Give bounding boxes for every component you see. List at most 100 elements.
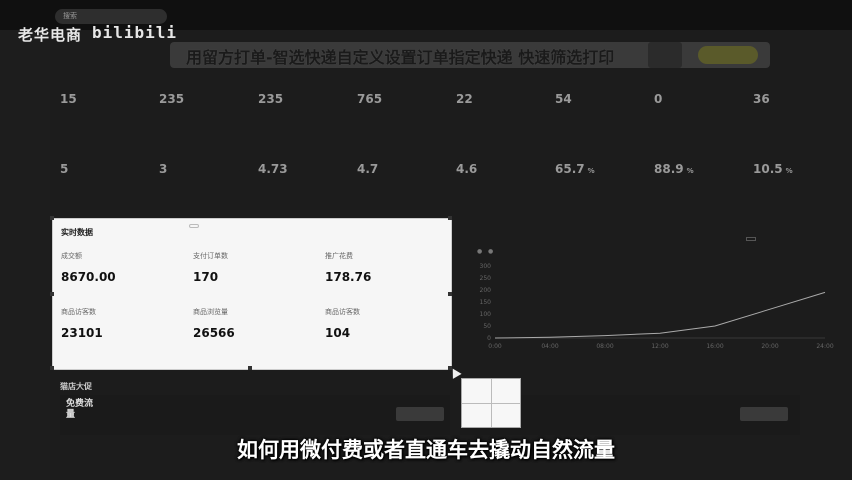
- metric-value: 4.6: [456, 162, 556, 176]
- overview-metric: 4.6: [456, 156, 556, 179]
- floating-grid-widget[interactable]: [461, 378, 521, 428]
- selection-handle[interactable]: [248, 366, 252, 370]
- selection-handle[interactable]: [448, 292, 452, 296]
- metric-number: 4.73: [258, 162, 288, 176]
- banner-button[interactable]: [698, 46, 758, 64]
- overview-metric: 88.9%: [654, 156, 754, 179]
- overview-metric: 36: [753, 86, 852, 109]
- metric-label: 商品访客数: [325, 308, 360, 316]
- realtime-metric: 商品访客数 23101: [61, 307, 107, 344]
- x-tick-label: 04:00: [541, 343, 558, 350]
- metric-value: 15: [60, 92, 160, 106]
- overview-metric: 54: [555, 86, 655, 109]
- metric-label: 推广花费: [325, 252, 353, 260]
- metric-label: 商品访客数: [61, 308, 96, 316]
- x-tick-label: 0:00: [488, 343, 502, 350]
- realtime-data-panel: 实时数据 成交额 8670.00 支付订单数 170 推广花费 178.76 商…: [52, 218, 452, 370]
- metric-value: 36: [753, 92, 852, 106]
- metric-value: 104: [325, 326, 360, 340]
- metric-number: 235: [159, 92, 185, 106]
- metric-number: 765: [357, 92, 383, 106]
- overview-metric: 10.5%: [753, 156, 852, 179]
- bilibili-logo: bilibili: [92, 23, 178, 42]
- realtime-metric: 商品浏览量 26566: [193, 307, 239, 344]
- metric-number: 5: [60, 162, 69, 176]
- metric-value: 235: [159, 92, 259, 106]
- y-tick-label: 300: [480, 263, 492, 270]
- metric-number: 104: [325, 326, 351, 340]
- metric-number: 36: [753, 92, 770, 106]
- series-line: [494, 291, 826, 339]
- banner-title: 用留方打单-智选快递自定义设置订单指定快递 快速筛选打印: [186, 48, 615, 67]
- metric-value: 10.5%: [753, 162, 852, 176]
- metric-value: 4.73: [258, 162, 358, 176]
- x-tick-label: 24:00: [816, 343, 833, 350]
- metric-number: 4.7: [357, 162, 379, 176]
- realtime-metric: 推广花费 178.76: [325, 251, 375, 288]
- metric-value: 178.76: [325, 270, 375, 284]
- realtime-metric: 成交额 8670.00: [61, 251, 120, 288]
- x-tick-label: 08:00: [596, 343, 613, 350]
- metric-number: 10.5: [753, 162, 783, 176]
- metric-number: 22: [456, 92, 473, 106]
- banner[interactable]: 用留方打单-智选快递自定义设置订单指定快递 快速筛选打印: [170, 42, 770, 68]
- y-tick-label: 200: [480, 287, 492, 294]
- overview-metric: 765: [357, 86, 457, 109]
- promo-button[interactable]: [396, 407, 444, 421]
- selection-handle[interactable]: [50, 366, 54, 370]
- metric-value: 8670.00: [61, 270, 120, 284]
- metric-unit: %: [686, 167, 694, 175]
- overview-metric: 235: [159, 86, 259, 109]
- overview-metric: 15: [60, 86, 160, 109]
- chart-svg: 300 250 200 150 100 50 00:00 04:00 08:00 12:00 16:…: [480, 263, 834, 350]
- metric-number: 235: [258, 92, 284, 106]
- metric-number: 23101: [61, 326, 103, 340]
- promo-section-title: 猫店大促: [60, 374, 92, 393]
- metric-number: 26566: [193, 326, 235, 340]
- metric-number: 170: [193, 270, 219, 284]
- metric-number: 54: [555, 92, 572, 106]
- metric-number: 88.9: [654, 162, 684, 176]
- metric-value: 0: [654, 92, 754, 106]
- promo2-button[interactable]: [740, 407, 788, 421]
- x-tick-label: 20:00: [761, 343, 778, 350]
- metric-number: 8670.00: [61, 270, 116, 284]
- metric-label: 支付订单数: [193, 252, 228, 260]
- metric-number: 4.6: [456, 162, 478, 176]
- metric-value: 765: [357, 92, 457, 106]
- selection-handle[interactable]: [50, 216, 54, 220]
- overview-metric: 3: [159, 156, 259, 179]
- metric-value: 22: [456, 92, 556, 106]
- x-tick-label: 16:00: [706, 343, 723, 350]
- metric-value: 65.7%: [555, 162, 655, 176]
- metric-label: 成交额: [61, 252, 82, 260]
- overview-metric: 4.73: [258, 156, 358, 179]
- metric-value: 4.7: [357, 162, 457, 176]
- y-tick-label: 150: [480, 299, 492, 306]
- realtime-button[interactable]: [189, 224, 199, 228]
- metric-value: 23101: [61, 326, 107, 340]
- metric-number: 178.76: [325, 270, 372, 284]
- search-input[interactable]: 搜索: [55, 9, 167, 24]
- metric-value: 26566: [193, 326, 239, 340]
- selection-handle[interactable]: [448, 216, 452, 220]
- metric-number: 0: [654, 92, 663, 106]
- metric-value: 88.9%: [654, 162, 754, 176]
- promo-card[interactable]: 免费流量: [60, 395, 450, 435]
- free-traffic-badge: 免费流量: [66, 399, 94, 420]
- metric-number: 3: [159, 162, 168, 176]
- metric-value: 5: [60, 162, 160, 176]
- y-tick-label: 50: [483, 323, 491, 330]
- realtime-title: 实时数据: [61, 228, 93, 237]
- metric-value: 54: [555, 92, 655, 106]
- overview-metric: 22: [456, 86, 556, 109]
- overview-metric: 4.7: [357, 156, 457, 179]
- x-tick-label: 12:00: [651, 343, 668, 350]
- metric-value: 3: [159, 162, 259, 176]
- selection-handle[interactable]: [50, 292, 54, 296]
- realtime-metric: 支付订单数 170: [193, 251, 228, 288]
- overview-metric: 65.7%: [555, 156, 655, 179]
- overview-metric: 235: [258, 86, 358, 109]
- sidebar: [0, 30, 50, 480]
- y-tick-label: 250: [480, 275, 492, 282]
